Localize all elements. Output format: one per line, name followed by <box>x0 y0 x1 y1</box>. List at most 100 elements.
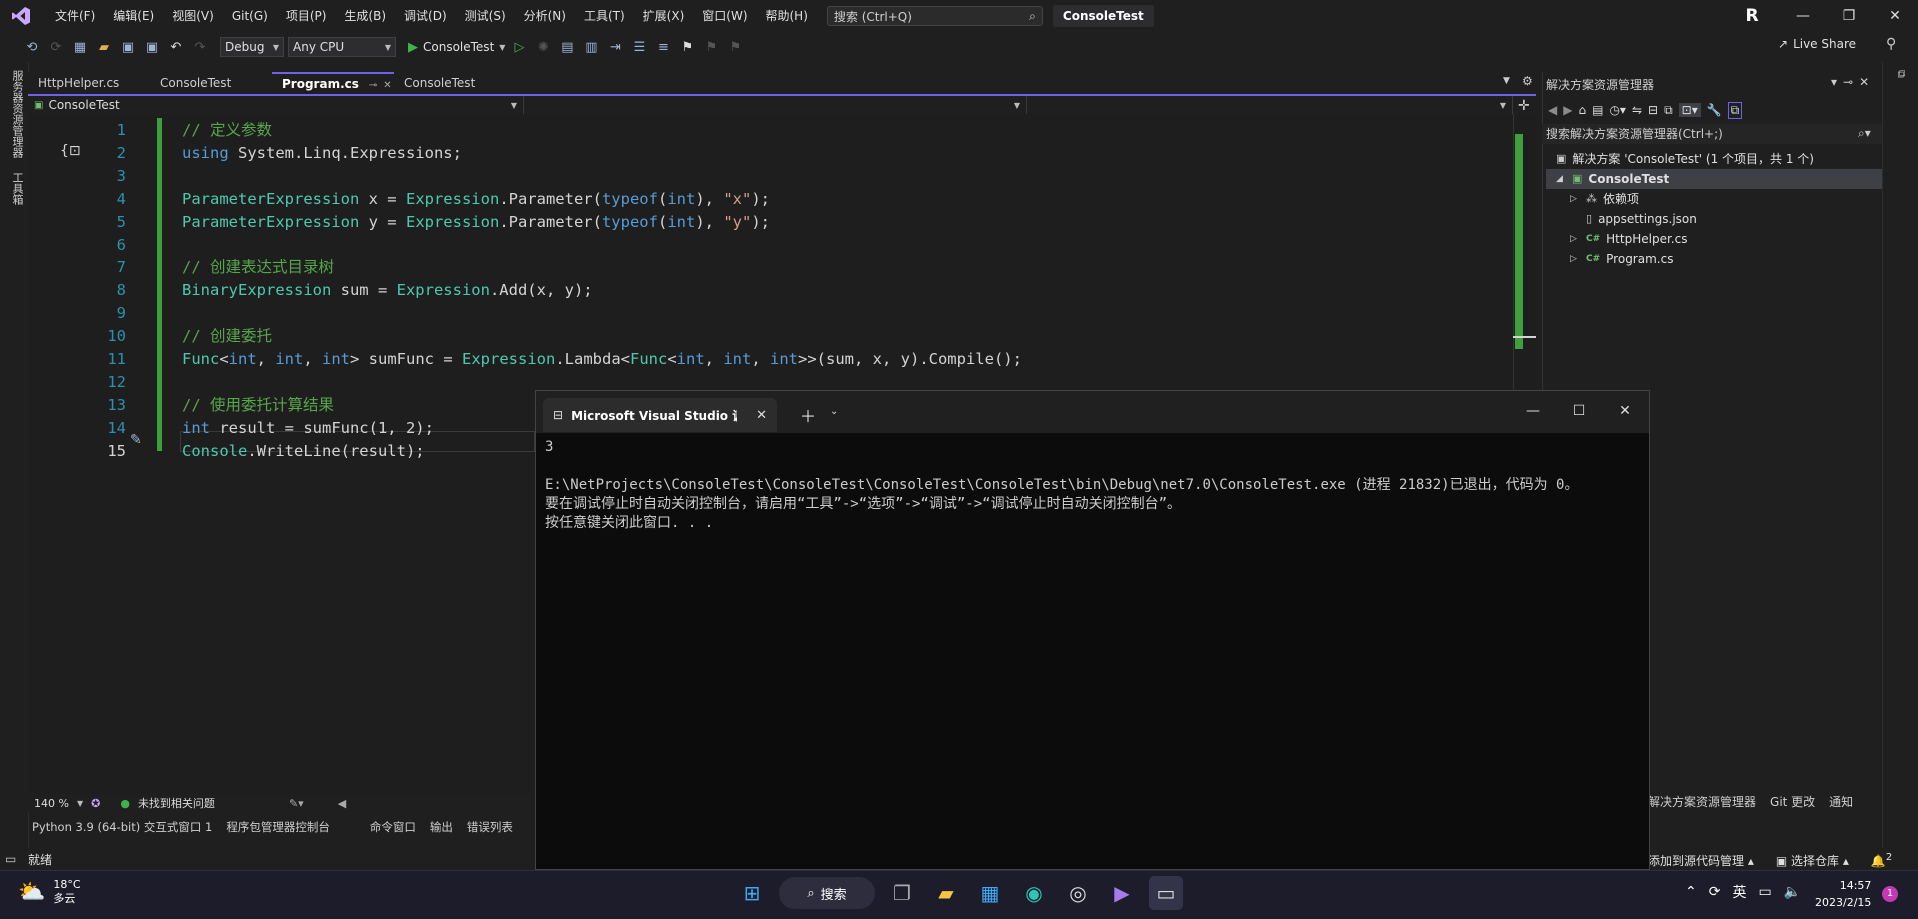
menu-item[interactable]: 文件(F) <box>46 0 104 32</box>
menu-item[interactable]: 项目(P) <box>277 0 336 32</box>
tab-consoletest-1[interactable]: ConsoleTest <box>150 72 272 94</box>
preview-icon[interactable]: ⊡▾ <box>1678 103 1701 117</box>
chevron-down-icon[interactable]: ⌄ <box>830 406 838 417</box>
add-source-control-button[interactable]: 添加到源代码管理 ▴ <box>1648 852 1754 869</box>
properties-rail-icon[interactable]: ⧉ <box>1895 70 1908 78</box>
tab-output[interactable]: 输出 <box>430 819 453 835</box>
prev-bookmark-icon[interactable]: ⚑ <box>701 37 721 57</box>
volume-icon[interactable]: 🔈 <box>1784 884 1801 900</box>
minimize-button[interactable]: — <box>1780 0 1826 32</box>
console-minimize-button[interactable]: — <box>1510 398 1556 424</box>
split-editor-icon[interactable]: ✛ <box>1518 98 1530 114</box>
new-tab-icon[interactable]: ＋ <box>800 403 816 427</box>
tree-item-dependencies[interactable]: ▷ ⁂ 依赖项 <box>1570 189 1639 209</box>
visual-studio-logo-icon[interactable] <box>10 5 32 27</box>
tab-python-interactive[interactable]: Python 3.9 (64-bit) 交互式窗口 1 <box>32 819 212 835</box>
console-tab[interactable]: ⊟ Microsoft Visual Studio 调试控制台 ✕ <box>543 398 777 432</box>
display-icon[interactable]: ▭ <box>1758 884 1771 900</box>
sync-icon[interactable]: ⇋ <box>1632 103 1642 117</box>
pending-changes-icon[interactable]: ◷▾ <box>1609 103 1626 117</box>
undo-icon[interactable]: ↶ <box>166 37 186 57</box>
user-avatar[interactable]: R <box>1742 6 1762 26</box>
format-icon[interactable]: ☰ <box>629 37 649 57</box>
member-combo[interactable]: ▼ <box>1027 96 1513 114</box>
close-button[interactable]: ✕ <box>1872 0 1918 32</box>
store-icon[interactable]: ▦ <box>973 876 1007 910</box>
menu-item[interactable]: 视图(V) <box>163 0 223 32</box>
expanded-arrow-icon[interactable]: ◢ <box>1556 169 1566 189</box>
notifications-bell-icon[interactable]: 🔔2 <box>1871 852 1892 869</box>
menu-item[interactable]: 扩展(X) <box>634 0 694 32</box>
gear-icon[interactable]: ⚙ <box>1522 74 1533 88</box>
back-icon[interactable]: ⟲ <box>22 37 42 57</box>
hot-reload-icon[interactable]: ✺ <box>533 37 553 57</box>
tree-project[interactable]: ◢ ▣ ConsoleTest <box>1546 169 1882 189</box>
close-tab-icon[interactable]: ✕ <box>383 80 391 91</box>
type-combo[interactable]: ▼ <box>524 96 1027 114</box>
pin-icon[interactable]: ⊸ <box>369 80 377 91</box>
console-maximize-button[interactable]: ☐ <box>1556 398 1602 424</box>
scroll-left-icon[interactable]: ◀ <box>338 797 346 810</box>
notification-badge[interactable]: 1 <box>1882 886 1898 902</box>
weather-widget[interactable]: ⛅ 18°C 多云 <box>18 878 81 906</box>
start-debug-button[interactable]: ▶ ConsoleTest ▼ <box>408 40 505 55</box>
forward-icon[interactable]: ⟳ <box>46 37 66 57</box>
solution-search-input[interactable]: 搜索解决方案资源管理器(Ctrl+;) <box>1542 124 1882 144</box>
feedback-icon[interactable]: ⚲ <box>1886 36 1896 52</box>
tree-item-program[interactable]: ▷ C# Program.cs <box>1570 249 1673 269</box>
search-input[interactable]: 搜索 (Ctrl+Q) ⌕ <box>826 6 1043 26</box>
task-view-icon[interactable]: ❐ <box>885 876 919 910</box>
new-project-icon[interactable]: ▦ <box>70 37 90 57</box>
start-without-debug-icon[interactable]: ▷ <box>509 37 529 57</box>
menu-item[interactable]: 编辑(E) <box>104 0 163 32</box>
issues-label[interactable]: 未找到相关问题 <box>138 795 215 811</box>
restore-button[interactable]: ❐ <box>1826 0 1872 32</box>
edge-icon[interactable]: ◉ <box>1017 876 1051 910</box>
wechat-icon[interactable]: ◎ <box>1061 876 1095 910</box>
tab-package-manager[interactable]: 程序包管理器控制台 <box>226 819 330 835</box>
comment-icon[interactable]: ≡ <box>653 37 673 57</box>
menu-item[interactable]: 测试(S) <box>456 0 515 32</box>
save-icon[interactable]: ▣ <box>118 37 138 57</box>
select-repo-button[interactable]: ▣ 选择仓库 ▴ <box>1776 852 1849 869</box>
console-close-button[interactable]: ✕ <box>1602 398 1648 424</box>
close-tab-icon[interactable]: ✕ <box>756 408 767 423</box>
tab-git-changes[interactable]: Git 更改 <box>1770 793 1815 810</box>
menu-item[interactable]: 窗口(W) <box>693 0 756 32</box>
menu-item[interactable]: 工具(T) <box>575 0 634 32</box>
tree-item-appsettings[interactable]: ▯ appsettings.json <box>1586 209 1697 229</box>
menu-item[interactable]: Git(G) <box>223 0 277 32</box>
next-bookmark-icon[interactable]: ⚑ <box>725 37 745 57</box>
collapsed-arrow-icon[interactable]: ▷ <box>1570 249 1580 269</box>
redo-icon[interactable]: ↷ <box>190 37 210 57</box>
toolbox-tab[interactable]: 工具箱 <box>9 172 25 205</box>
chevron-down-icon[interactable]: ▼ <box>77 799 83 808</box>
server-explorer-tab[interactable]: 服务器资源管理器 <box>9 70 25 158</box>
tab-command-window[interactable]: 命令窗口 <box>370 819 416 835</box>
back-icon[interactable]: ◀ <box>1548 103 1557 117</box>
show-all-files-icon[interactable]: ⧉ <box>1664 103 1673 118</box>
collapsed-arrow-icon[interactable]: ▷ <box>1570 229 1580 249</box>
config-select[interactable]: Debug ▼ <box>220 37 284 57</box>
quick-action-icon[interactable]: ✎ <box>130 432 142 448</box>
layout-icon[interactable]: ▥ <box>581 37 601 57</box>
tab-httphelper[interactable]: HttpHelper.cs <box>28 72 150 94</box>
intellicode-icon[interactable]: ✪ <box>91 797 100 810</box>
menu-item[interactable]: 分析(N) <box>515 0 575 32</box>
tab-list-dropdown-icon[interactable]: ▼ <box>1503 76 1510 86</box>
terminal-taskbar-icon[interactable]: ▭ <box>1149 876 1183 910</box>
ime-indicator[interactable]: 英 <box>1732 882 1746 902</box>
tree-solution[interactable]: ▣ 解决方案 'ConsoleTest' (1 个项目，共 1 个) <box>1556 149 1876 169</box>
menu-item[interactable]: 调试(D) <box>395 0 456 32</box>
menu-item[interactable]: 帮助(H) <box>757 0 817 32</box>
platform-select[interactable]: Any CPU ▼ <box>288 37 396 57</box>
show-hidden-icons-icon[interactable]: ⌃ <box>1685 884 1697 900</box>
taskbar-search-button[interactable]: ⌕ 搜索 <box>779 877 875 909</box>
tab-program[interactable]: Program.cs ⊸ ✕ <box>272 72 394 94</box>
save-all-icon[interactable]: ▣ <box>142 37 162 57</box>
home-icon[interactable]: ⌂ <box>1578 103 1586 117</box>
tree-item-httphelper[interactable]: ▷ C# HttpHelper.cs <box>1570 229 1687 249</box>
properties-icon[interactable]: 🔧 <box>1707 103 1722 117</box>
live-share-button[interactable]: ↗ Live Share <box>1778 37 1856 51</box>
brush-icon[interactable]: ✎▾ <box>289 797 304 810</box>
